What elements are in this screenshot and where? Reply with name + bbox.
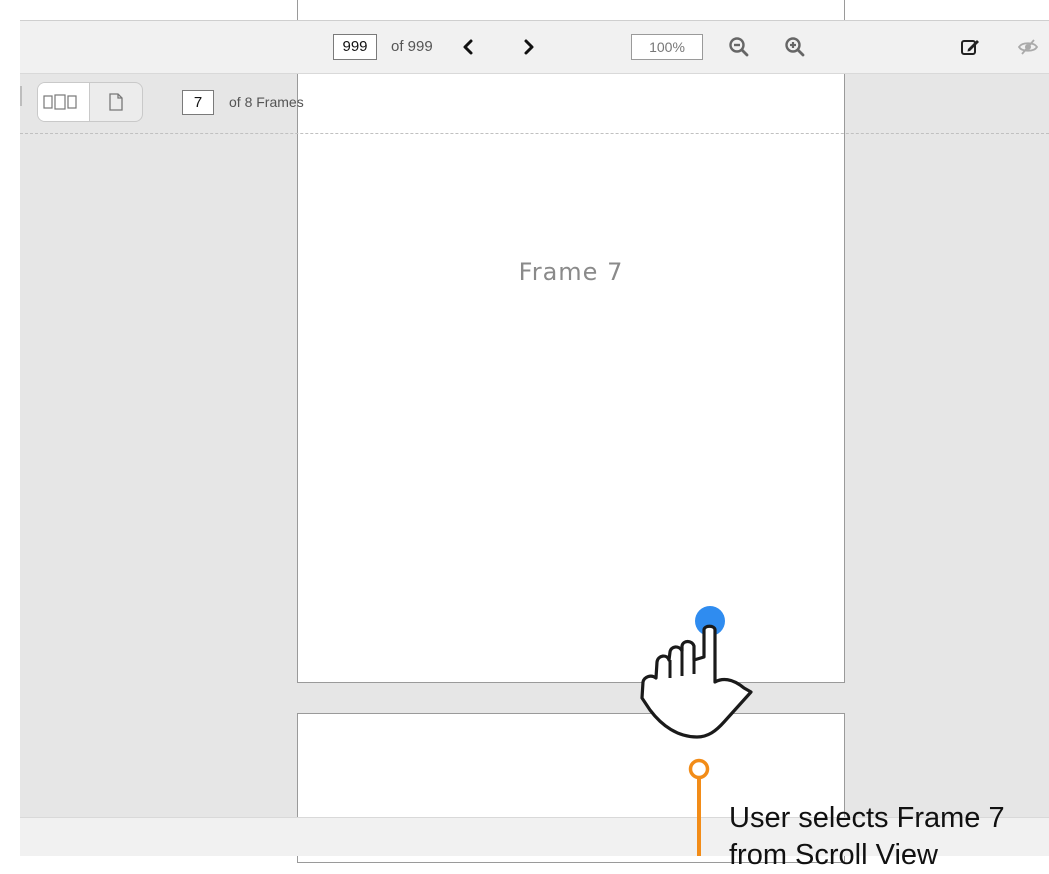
frame-title: Frame 7 <box>518 258 624 286</box>
frame-card-7[interactable] <box>297 60 845 683</box>
single-page-icon[interactable] <box>90 83 142 121</box>
zoom-in-icon[interactable] <box>783 35 807 59</box>
chevron-left-icon[interactable] <box>456 35 480 59</box>
annotation-anchor-icon <box>688 758 710 780</box>
frame-divider <box>20 133 1049 134</box>
edit-icon[interactable] <box>958 35 982 59</box>
zoom-out-icon[interactable] <box>727 35 751 59</box>
hand-pointer-icon <box>640 624 753 739</box>
chevron-right-icon[interactable] <box>517 35 541 59</box>
hide-icon[interactable] <box>1016 35 1040 59</box>
zoom-level-field[interactable]: 100% <box>631 34 703 60</box>
annotation-line-1: User selects Frame 7 <box>729 802 1005 834</box>
multi-page-icon[interactable] <box>38 83 90 121</box>
page-number-input[interactable]: 999 <box>333 34 377 60</box>
annotation-text: User selects Frame 7 from Scroll View <box>729 800 1005 874</box>
view-mode-toggle[interactable] <box>37 82 143 122</box>
top-toolbar: 999 of 999 100% <box>20 20 1049 74</box>
page-count-label: of 999 <box>391 38 433 55</box>
frame-number-input[interactable]: 7 <box>182 90 214 115</box>
left-edge-marker <box>20 86 22 106</box>
previous-frame-edge <box>297 0 845 22</box>
frame-count-label: of 8 Frames <box>229 94 304 110</box>
